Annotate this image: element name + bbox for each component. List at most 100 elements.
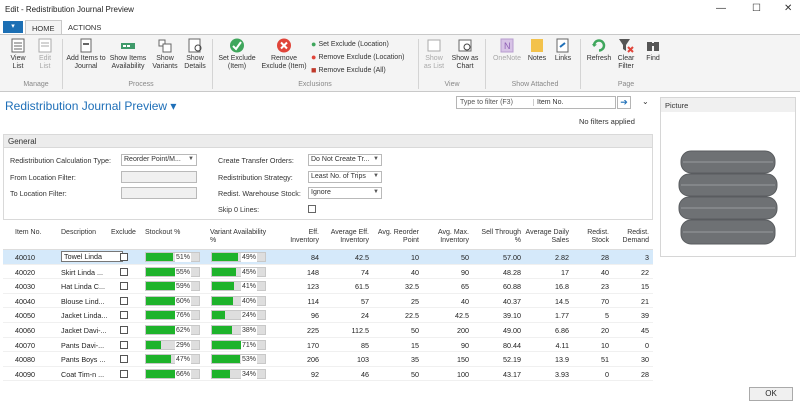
- edit-list-button[interactable]: Edit List: [34, 38, 56, 71]
- bar-fill: [212, 355, 241, 364]
- col-eff-inventory[interactable]: Eff. Inventory: [283, 229, 319, 245]
- col-redist-stock[interactable]: Redist. Stock: [577, 229, 609, 245]
- table-row[interactable]: 40040 Blouse Lind... 114 57 25 40 40.37 14.5 70 2…: [3, 294, 653, 309]
- skip-zero-lines-checkbox[interactable]: [308, 205, 316, 213]
- tab-home[interactable]: HOME: [25, 20, 62, 34]
- cell-no: 40060: [15, 325, 35, 335]
- col-avg-daily-sales[interactable]: Average Daily Sales: [525, 229, 569, 245]
- show-details-button[interactable]: Show Details: [182, 38, 208, 71]
- cell-reorder: 35: [411, 355, 419, 365]
- col-description[interactable]: Description: [61, 229, 106, 237]
- notes-label: Notes: [527, 55, 547, 62]
- cell-desc[interactable]: Coat Tim-n ...: [61, 370, 123, 379]
- bar-label: 51%: [175, 253, 192, 262]
- table-row[interactable]: 40020 Skirt Linda ... 148 74 40 90 48.28 17 40 22…: [3, 265, 653, 280]
- links-button[interactable]: Links: [552, 38, 574, 63]
- table-row[interactable]: 40060 Jacket Davi-... 225 112.5 50 200 49.00 6.…: [3, 323, 653, 338]
- minimize-icon[interactable]: —: [716, 3, 726, 14]
- exclude-checkbox[interactable]: [120, 296, 128, 305]
- ok-button[interactable]: OK: [749, 387, 793, 401]
- bar-label: 49%: [241, 253, 258, 262]
- cell-desc[interactable]: Hat Linda C...: [61, 282, 123, 291]
- set-exclude-location-button[interactable]: ● Set Exclude (Location): [311, 39, 389, 49]
- maximize-icon[interactable]: ☐: [752, 3, 761, 14]
- filter-box[interactable]: Type to filter (F3) Item No.: [456, 96, 616, 109]
- calc-type-select[interactable]: Reorder Point/M... ▼: [121, 154, 197, 166]
- show-variants-button[interactable]: Show Variants: [150, 38, 180, 71]
- col-variant-availability[interactable]: Variant Availability %: [210, 229, 270, 245]
- strategy-select[interactable]: Least No. of Trips ▼: [308, 171, 382, 183]
- notes-button[interactable]: Notes: [526, 38, 548, 63]
- col-avg-max[interactable]: Avg. Max. Inventory: [427, 229, 469, 245]
- remove-exclude-item-button[interactable]: Remove Exclude (Item): [260, 38, 308, 71]
- show-as-list-button[interactable]: Show as List: [421, 38, 447, 71]
- exclude-checkbox[interactable]: [120, 355, 128, 364]
- col-sell-through[interactable]: Sell Through %: [475, 229, 521, 245]
- transfer-orders-select[interactable]: Do Not Create Tr... ▼: [308, 154, 382, 166]
- table-row[interactable]: 40080 Pants Boys ... 206 103 35 150 52.19 13.9 5…: [3, 352, 653, 367]
- cell-demand: 15: [641, 282, 649, 292]
- general-section-header[interactable]: General: [3, 134, 653, 148]
- to-location-field[interactable]: [121, 187, 197, 199]
- remove-exclude-location-button[interactable]: ● Remove Exclude (Location): [311, 52, 404, 62]
- exclude-checkbox[interactable]: [120, 253, 128, 261]
- variant-availability-bar: 40%: [211, 295, 266, 306]
- refresh-button[interactable]: Refresh: [584, 38, 614, 63]
- cell-desc[interactable]: Pants Boys ...: [61, 355, 123, 364]
- exclude-checkbox[interactable]: [120, 325, 128, 334]
- table-row[interactable]: 40030 Hat Linda C... 123 61.5 32.5 65 60.88 16.…: [3, 279, 653, 294]
- cell-desc[interactable]: Jacket Davi-...: [61, 326, 123, 335]
- filter-field-select[interactable]: Item No.: [533, 99, 613, 106]
- cell-desc[interactable]: Jacket Linda...: [61, 311, 123, 320]
- cell-desc[interactable]: Blouse Lind...: [61, 297, 123, 306]
- warehouse-stock-select[interactable]: Ignore ▼: [308, 187, 382, 199]
- exclude-checkbox[interactable]: [120, 311, 128, 320]
- remove-exclude-all-button[interactable]: ■ Remove Exclude (All): [311, 65, 386, 75]
- exclude-checkbox[interactable]: [120, 267, 128, 276]
- set-exclude-item-button[interactable]: Set Exclude (Item): [216, 38, 258, 71]
- calc-type-value: Reorder Point/M...: [124, 156, 181, 163]
- cell-no: 40030: [15, 282, 35, 292]
- page-title[interactable]: Redistribution Journal Preview ▾: [5, 99, 176, 113]
- cell-desc[interactable]: Skirt Linda ...: [61, 268, 123, 277]
- show-items-availability-button[interactable]: Show Items Availability: [108, 38, 148, 71]
- col-avg-reorder[interactable]: Avg. Reorder Point: [375, 229, 419, 245]
- col-item-no[interactable]: Item No.: [15, 229, 45, 237]
- add-items-icon: [80, 38, 92, 53]
- file-menu-button[interactable]: ▾: [3, 21, 23, 33]
- exclude-checkbox[interactable]: [120, 340, 128, 349]
- tab-actions[interactable]: ACTIONS: [68, 23, 101, 32]
- cell-desc[interactable]: Towel Linda: [61, 251, 123, 262]
- add-items-button[interactable]: Add Items to Journal: [66, 38, 106, 71]
- filter-input[interactable]: Type to filter (F3): [460, 99, 513, 106]
- col-exclude[interactable]: Exclude: [111, 229, 136, 237]
- exclude-checkbox[interactable]: [120, 282, 128, 291]
- cell-sell: 60.88: [503, 282, 521, 292]
- table-row[interactable]: 40070 Pants Davi-... 170 85 15 90 80.44 4.11 10 0…: [3, 338, 653, 353]
- journal-table: Item No. Description Exclude Stockout % …: [3, 224, 653, 382]
- onenote-button[interactable]: N OneNote: [489, 38, 525, 63]
- bar-label: 62%: [175, 325, 192, 335]
- col-avg-eff-inventory[interactable]: Average Eff. Inventory: [325, 229, 369, 245]
- col-stockout[interactable]: Stockout %: [145, 229, 180, 237]
- from-location-field[interactable]: [121, 171, 197, 183]
- close-icon[interactable]: ✕: [784, 3, 792, 14]
- table-row[interactable]: 40010 Towel Linda 84 42.5 10 50 57.00 2.82 28 3 51…: [3, 250, 653, 265]
- availability-icon: [121, 43, 135, 49]
- find-button[interactable]: Find: [642, 38, 664, 63]
- table-row[interactable]: 40050 Jacket Linda... 96 24 22.5 42.5 39.10 1.7…: [3, 308, 653, 323]
- cell-desc[interactable]: Pants Davi-...: [61, 341, 123, 350]
- cell-sell: 52.19: [503, 355, 521, 365]
- exclude-checkbox[interactable]: [120, 369, 128, 378]
- bar-fill: [212, 325, 233, 334]
- clear-filter-button[interactable]: Clear Filter: [615, 38, 637, 71]
- col-redist-demand[interactable]: Redist. Demand: [615, 229, 649, 245]
- filter-apply-button[interactable]: ➔: [617, 96, 631, 109]
- table-row[interactable]: 40090 Coat Tim-n ... 92 46 50 100 43.17 3.93 0 28…: [3, 367, 653, 382]
- view-list-button[interactable]: View List: [6, 38, 30, 71]
- cell-stock: 20: [601, 325, 609, 335]
- stockout-bar: 62%: [145, 324, 200, 335]
- show-as-chart-button[interactable]: Show as Chart: [449, 38, 481, 71]
- chevron-down-icon[interactable]: ⌄: [642, 97, 649, 106]
- cell-no: 40050: [15, 311, 35, 321]
